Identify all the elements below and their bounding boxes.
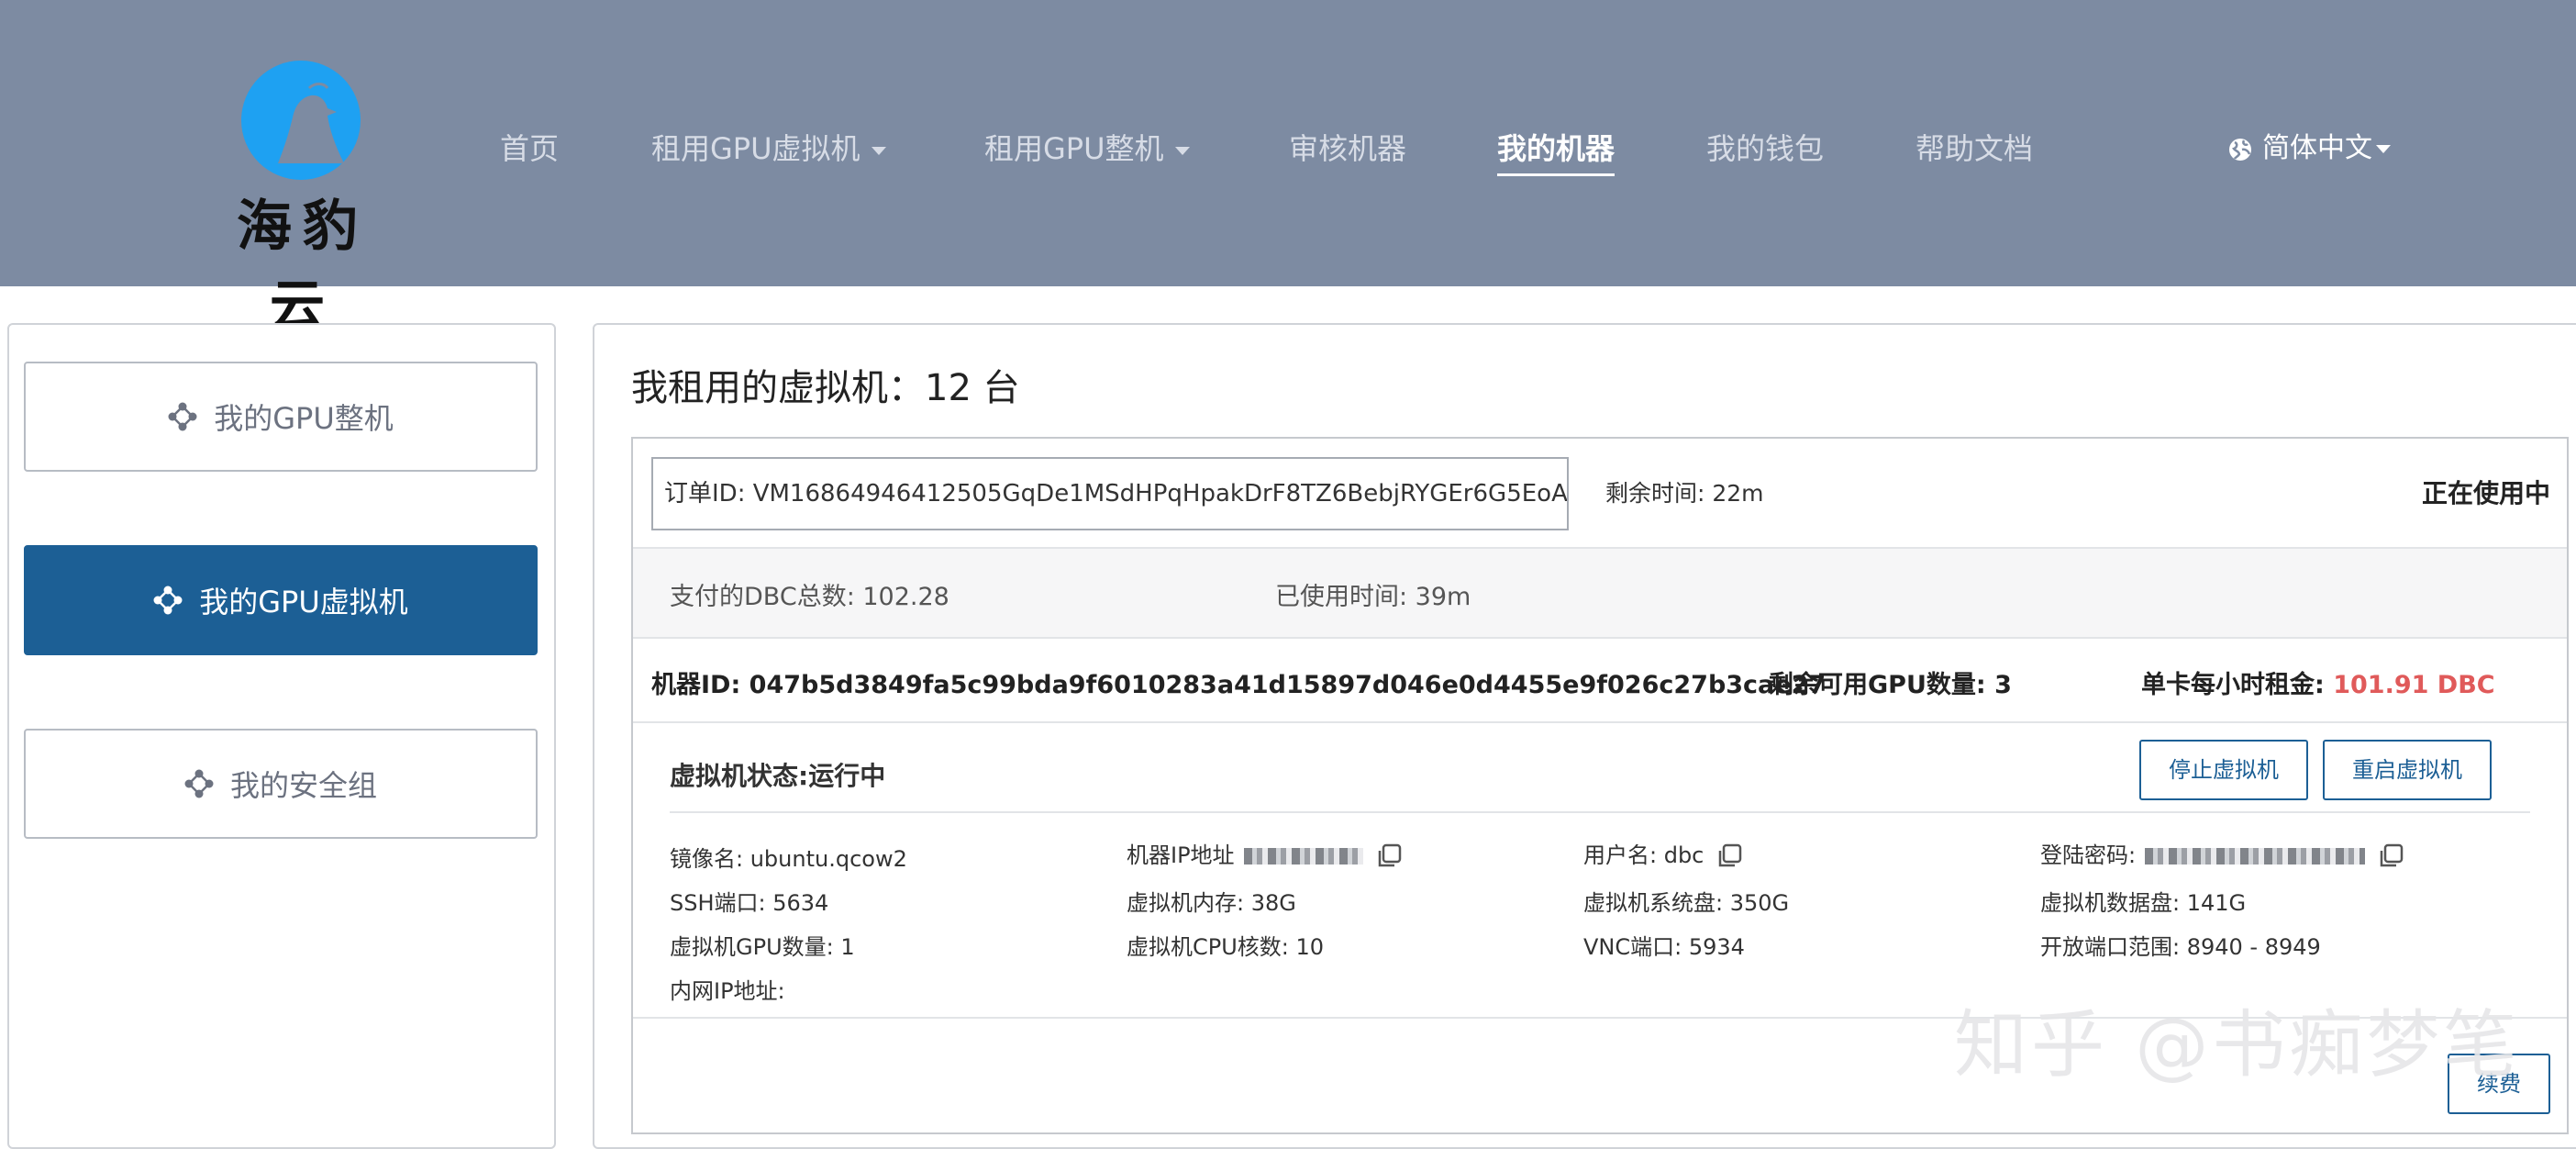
nav-rent-gpu-vm[interactable]: 租用GPU虚拟机 [651,121,886,176]
nav-rent-gpu-machine-label: 租用GPU整机 [984,131,1164,166]
sidebar-item-label: 我的GPU虚拟机 [199,585,408,619]
cluster-icon [168,402,197,431]
spec-ssh-port: SSH端口: 5634 [670,890,829,916]
nav-home-label: 首页 [500,131,560,166]
machine-info-row: 机器ID: 047b5d3849fa5c99bda9f6010283a41d15… [633,639,2567,723]
spec-cpu-cores: 虚拟机CPU核数: 10 [1127,934,1325,960]
vm-status: 虚拟机状态:运行中 [670,761,886,791]
nav-help-docs[interactable]: 帮助文档 [1915,121,2033,176]
sidebar-item-my-security-group[interactable]: 我的安全组 [24,729,538,839]
hourly-price: 单卡每小时租金: 101.91 DBC [2141,664,2495,700]
stop-vm-button[interactable]: 停止虚拟机 [2139,740,2308,800]
nav-review-machines[interactable]: 审核机器 [1289,121,1406,176]
nav-my-machines-label: 我的机器 [1497,131,1616,166]
spec-username: 用户名: dbc [1583,837,1742,869]
restart-vm-button[interactable]: 重启虚拟机 [2323,740,2492,800]
spec-system-disk: 虚拟机系统盘: 350G [1583,890,1790,916]
hourly-price-value: 101.91 DBC [2333,671,2495,699]
page-title: 我租用的虚拟机：12 台 [631,367,1020,409]
order-header-row: 订单ID: VM16864946412505GqDe1MSdHPqHpakDrF… [633,439,2567,549]
gpu-available: 剩余可用GPU数量: 3 [1769,671,2012,699]
spec-gpu-count: 虚拟机GPU数量: 1 [670,934,855,960]
watermark: 知乎 @书痴梦笔 [1954,1002,2521,1088]
top-header: 海豹云 首页 租用GPU虚拟机 租用GPU整机 审核机器 我的机器 我的钱包 帮… [0,0,2576,339]
language-label: 简体中文 [2262,132,2372,164]
divider [670,811,2530,813]
copy-icon[interactable] [1716,843,1742,869]
language-selector[interactable]: 简体中文 [2227,121,2391,176]
spec-vnc-port: VNC端口: 5934 [1583,934,1745,960]
chevron-down-icon [871,146,886,155]
dbc-paid: 支付的DBC总数: 102.28 [670,583,949,611]
spec-image: 镜像名: ubuntu.qcow2 [670,846,907,872]
redacted-ip [1243,848,1363,865]
nav-my-wallet-label: 我的钱包 [1706,131,1825,166]
sidebar-item-my-gpu-machine[interactable]: 我的GPU整机 [24,362,538,472]
globe-icon [2229,138,2251,161]
hourly-price-label: 单卡每小时租金: [2141,671,2334,699]
sidebar: 我的GPU整机 我的GPU虚拟机 我的安全组 [7,323,556,1149]
cluster-icon [153,586,183,615]
sidebar-item-label: 我的GPU整机 [214,401,394,436]
spec-internal-ip: 内网IP地址: [670,978,785,1004]
vm-detail-section: 虚拟机状态:运行中 停止虚拟机 重启虚拟机 镜像名: ubuntu.qcow2 … [633,723,2567,1017]
status-badge: 正在使用中 [2421,478,2550,508]
order-billing-row: 支付的DBC总数: 102.28 已使用时间: 39m [633,549,2567,639]
nav-rent-gpu-vm-label: 租用GPU虚拟机 [651,131,861,166]
spec-password-label: 登陆密码: [2040,842,2137,868]
spec-machine-ip: 机器IP地址 [1127,837,1402,869]
nav-review-machines-label: 审核机器 [1289,131,1407,166]
spec-open-ports: 开放端口范围: 8940 - 8949 [2040,934,2321,960]
spec-memory: 虚拟机内存: 38G [1127,890,1296,916]
nav-rent-gpu-machine[interactable]: 租用GPU整机 [984,121,1190,176]
copy-icon[interactable] [2378,843,2404,869]
cluster-icon [184,769,214,798]
nav-my-machines[interactable]: 我的机器 [1497,121,1616,176]
remaining-time: 剩余时间: 22m [1605,480,1764,507]
logo-text: 海豹云 [237,195,369,339]
spec-username-label: 用户名: dbc [1583,842,1704,868]
used-time: 已使用时间: 39m [1275,583,1471,611]
spec-data-disk: 虚拟机数据盘: 141G [2040,890,2247,916]
machine-id: 机器ID: 047b5d3849fa5c99bda9f6010283a41d15… [651,671,1827,699]
order-id-field[interactable]: 订单ID: VM16864946412505GqDe1MSdHPqHpakDrF… [651,457,1569,530]
main-nav: 首页 租用GPU虚拟机 租用GPU整机 审核机器 我的机器 我的钱包 帮助文档 … [0,121,2576,176]
redacted-password [2145,848,2366,865]
sidebar-item-my-gpu-vm[interactable]: 我的GPU虚拟机 [24,545,538,655]
sidebar-item-label: 我的安全组 [229,768,377,803]
copy-icon[interactable] [1376,843,1402,869]
nav-help-docs-label: 帮助文档 [1915,131,2034,166]
chevron-down-icon [1174,146,1190,155]
nav-my-wallet[interactable]: 我的钱包 [1706,121,1824,176]
chevron-down-icon [2376,145,2391,153]
nav-home[interactable]: 首页 [500,121,559,176]
spec-password: 登陆密码: [2040,837,2404,869]
spec-machine-ip-label: 机器IP地址 [1127,842,1235,868]
